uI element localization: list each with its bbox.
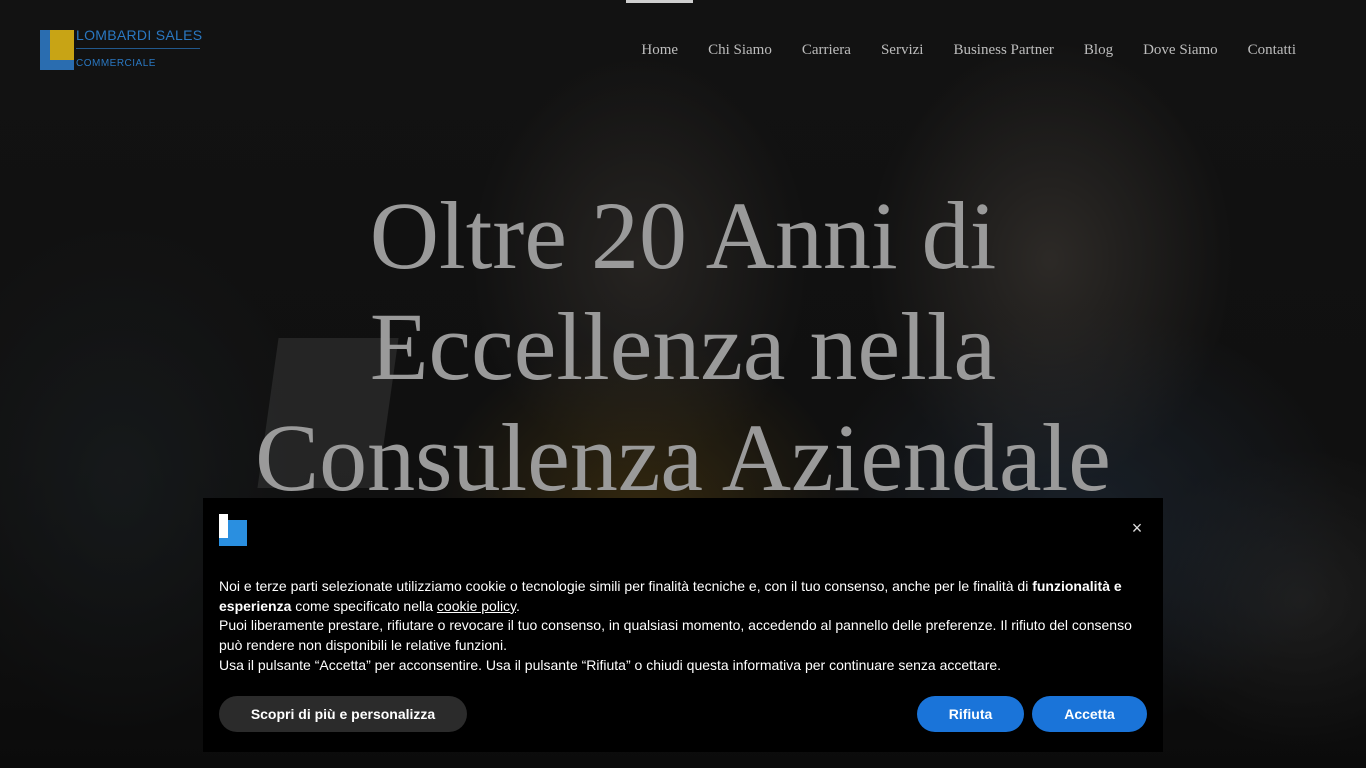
hero-title-line: Consulenza Aziendale xyxy=(255,404,1111,511)
cookie-text-part: come specificato nella xyxy=(291,597,437,614)
reject-button[interactable]: Rifiuta xyxy=(917,696,1024,732)
cookie-banner-logo-icon xyxy=(219,514,247,546)
nav-item-home[interactable]: Home xyxy=(626,0,693,60)
cookie-policy-link[interactable]: cookie policy xyxy=(437,598,516,614)
logo[interactable]: LOMBARDI SALES COMMERCIALE xyxy=(40,26,210,74)
cookie-text-part: Noi e terze parti selezionate utilizziam… xyxy=(219,578,1033,594)
cookie-text-part: . xyxy=(516,597,520,614)
logo-divider xyxy=(76,48,200,49)
hero-title-line: Eccellenza nella xyxy=(369,293,997,400)
nav-item-carriera[interactable]: Carriera xyxy=(787,40,866,60)
site-header: LOMBARDI SALES COMMERCIALE Home Chi Siam… xyxy=(0,0,1366,100)
accept-button[interactable]: Accetta xyxy=(1032,696,1147,732)
hero-title-line: Oltre 20 Anni di xyxy=(369,182,997,289)
cookie-paragraph-3: Usa il pulsante “Accetta” per acconsenti… xyxy=(219,656,1002,673)
close-icon[interactable]: × xyxy=(1129,519,1145,537)
cookie-paragraph-1: Noi e terze parti selezionate utilizziam… xyxy=(219,577,1139,616)
nav-item-blog[interactable]: Blog xyxy=(1069,40,1128,60)
logo-name-bottom: COMMERCIALE xyxy=(76,58,156,69)
cookie-banner-text: Noi e terze parti selezionate utilizziam… xyxy=(219,577,1139,676)
main-nav: Home Chi Siamo Carriera Servizi Business… xyxy=(626,0,1311,60)
nav-item-contatti[interactable]: Contatti xyxy=(1233,40,1311,60)
cookie-banner: × Noi e terze parti selezionate utilizzi… xyxy=(203,498,1163,752)
nav-item-business-partner[interactable]: Business Partner xyxy=(938,40,1068,60)
nav-item-chi-siamo[interactable]: Chi Siamo xyxy=(693,40,787,60)
nav-item-dove-siamo[interactable]: Dove Siamo xyxy=(1128,40,1233,60)
learn-more-button[interactable]: Scopri di più e personalizza xyxy=(219,696,467,732)
nav-item-servizi[interactable]: Servizi xyxy=(866,40,939,60)
logo-name-top: LOMBARDI SALES xyxy=(76,27,203,43)
logo-mark-icon xyxy=(40,30,74,70)
cookie-paragraph-2: Puoi liberamente prestare, rifiutare o r… xyxy=(219,617,1132,654)
hero-title: Oltre 20 Anni di Eccellenza nella Consul… xyxy=(183,180,1183,513)
